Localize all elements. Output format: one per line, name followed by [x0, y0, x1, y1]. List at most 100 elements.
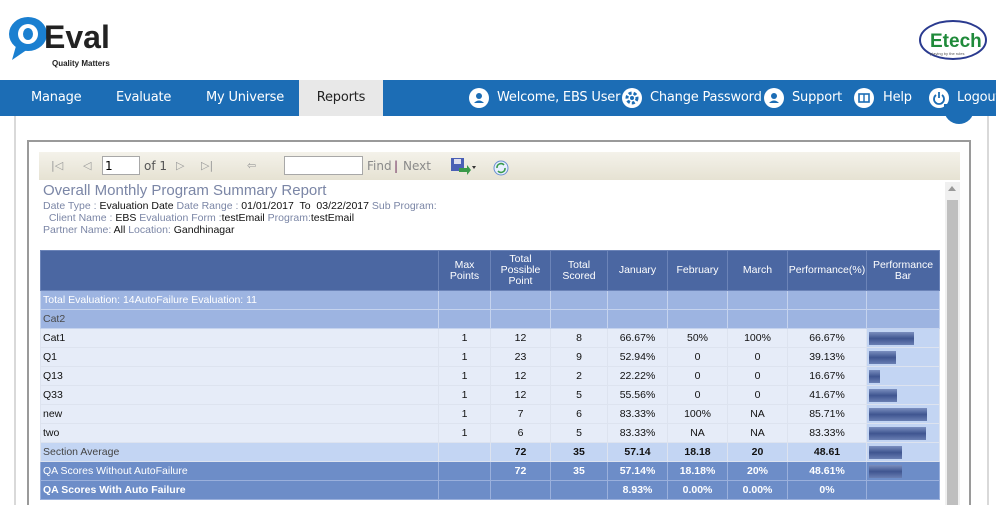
- report-toolbar: |◁ ◁ of 1 ▷ ▷| ⇦ Find | Next: [39, 152, 960, 180]
- table-row: Cat1 1 12 8 66.67% 50% 100% 66.67%: [40, 328, 940, 348]
- find-input[interactable]: [284, 156, 363, 175]
- logo-wordmark: Eval: [44, 19, 110, 55]
- cell-scored: 6: [550, 404, 608, 424]
- prev-page-icon[interactable]: ◁: [83, 152, 91, 180]
- cell-scored: 9: [550, 347, 608, 367]
- cell-feb: 100%: [667, 404, 728, 424]
- cell-possible: 72: [490, 442, 551, 462]
- cell-perf: 83.33%: [787, 423, 867, 443]
- table-row: Q33 1 12 5 55.56% 0 0 41.67%: [40, 385, 940, 405]
- cell-max: 1: [438, 404, 491, 424]
- cell-jan: 52.94%: [607, 347, 668, 367]
- col-header-total-possible: Total Possible Point: [490, 250, 551, 291]
- cell-feb: NA: [667, 423, 728, 443]
- location-value: Gandhinagar: [173, 224, 235, 236]
- etech-logo: Etech playing by the rules: [918, 18, 988, 62]
- scroll-thumb[interactable]: [947, 200, 958, 505]
- export-icon[interactable]: [450, 157, 476, 175]
- change-password-link[interactable]: Change Password: [650, 80, 762, 116]
- cell-performance-bar: [866, 404, 940, 424]
- cell-jan: 66.67%: [607, 328, 668, 348]
- cell-feb: 0.00%: [667, 480, 728, 500]
- scroll-up-arrow[interactable]: [948, 186, 956, 191]
- cell-name: Q1: [40, 347, 439, 367]
- last-page-icon[interactable]: ▷|: [201, 152, 213, 180]
- nav-reports[interactable]: Reports: [299, 80, 383, 116]
- cell-jan: 57.14%: [607, 461, 668, 481]
- app-header: Eval Quality Matters Etech playing by th…: [0, 0, 996, 80]
- cell-jan: 8.93%: [607, 480, 668, 500]
- total-evaluation-text: Total Evaluation: 14AutoFailure Evaluati…: [40, 290, 439, 310]
- page-count: of 1: [144, 159, 168, 173]
- cell-perf: 41.67%: [787, 385, 867, 405]
- cell-performance-bar: [866, 442, 940, 462]
- cell-mar: 0: [727, 347, 788, 367]
- cell-perf: 48.61: [787, 442, 867, 462]
- nav-my-universe[interactable]: My Universe: [206, 80, 284, 116]
- cell-jan: 22.22%: [607, 366, 668, 386]
- logo-tagline: Quality Matters: [52, 59, 110, 68]
- table-row: Q13 1 12 2 22.22% 0 0 16.67%: [40, 366, 940, 386]
- cell-name: new: [40, 404, 439, 424]
- cell-feb: 50%: [667, 328, 728, 348]
- cell-scored: 35: [550, 461, 608, 481]
- cell-performance-bar: [866, 328, 940, 348]
- cell-possible: 23: [490, 347, 551, 367]
- cell-name: Q13: [40, 366, 439, 386]
- col-header-max-points: Max Points: [438, 250, 491, 291]
- table-header-row: Max Points Total Possible Point Total Sc…: [40, 250, 940, 291]
- performance-bar: [869, 407, 927, 421]
- cell-perf: 16.67%: [787, 366, 867, 386]
- cell-max: 1: [438, 366, 491, 386]
- cell-jan: 57.14: [607, 442, 668, 462]
- cell-performance-bar: [866, 423, 940, 443]
- next-link[interactable]: Next: [403, 152, 431, 180]
- partner-value: All: [113, 224, 126, 236]
- performance-bar: [869, 369, 880, 383]
- cell-max: [438, 480, 491, 500]
- cell-name: two: [40, 423, 439, 443]
- table-row: Q1 1 23 9 52.94% 0 0 39.13%: [40, 347, 940, 367]
- welcome-user-link[interactable]: Welcome, EBS User: [497, 80, 620, 116]
- report-scrollbar[interactable]: [945, 182, 960, 505]
- cell-possible: 6: [490, 423, 551, 443]
- cell-name: Section Average: [40, 442, 439, 462]
- cell-possible: 12: [490, 385, 551, 405]
- cell-possible: 12: [490, 328, 551, 348]
- qa-without-autofailure-row: QA Scores Without AutoFailure 72 35 57.14% 1…: [40, 461, 940, 481]
- refresh-icon[interactable]: [493, 158, 509, 176]
- cell-max: 1: [438, 423, 491, 443]
- help-link[interactable]: Help: [883, 80, 912, 116]
- cell-perf: 0%: [787, 480, 867, 500]
- support-link[interactable]: Support: [792, 80, 842, 116]
- performance-bar: [869, 350, 896, 364]
- nav-evaluate[interactable]: Evaluate: [116, 80, 171, 116]
- find-link[interactable]: Find: [367, 152, 392, 180]
- performance-bar: [869, 426, 926, 440]
- cell-performance-bar: [866, 347, 940, 367]
- category-name: Cat2: [40, 309, 439, 329]
- total-evaluation-row: Total Evaluation: 14AutoFailure Evaluati…: [40, 290, 940, 310]
- cell-scored: 8: [550, 328, 608, 348]
- cell-mar: 20%: [727, 461, 788, 481]
- next-page-icon[interactable]: ▷: [176, 152, 184, 180]
- nav-manage[interactable]: Manage: [31, 80, 82, 116]
- cell-scored: 2: [550, 366, 608, 386]
- book-icon: [854, 88, 874, 108]
- first-page-icon[interactable]: |◁: [51, 152, 63, 180]
- page-number-input[interactable]: [102, 156, 140, 175]
- cell-jan: 83.33%: [607, 423, 668, 443]
- cell-performance-bar: [866, 461, 940, 481]
- cell-max: 1: [438, 385, 491, 405]
- cell-performance-bar: [866, 480, 940, 500]
- cell-scored: [550, 480, 608, 500]
- back-icon[interactable]: ⇦: [247, 152, 256, 180]
- col-header-performance: Performance(%): [787, 250, 867, 291]
- cell-name: Cat1: [40, 328, 439, 348]
- client-name-value: EBS: [115, 212, 137, 224]
- cell-mar: 100%: [727, 328, 788, 348]
- qeval-logo[interactable]: Eval Quality Matters: [6, 10, 116, 70]
- summary-table: Max Points Total Possible Point Total Sc…: [40, 250, 940, 500]
- cell-jan: 83.33%: [607, 404, 668, 424]
- cell-scored: 35: [550, 442, 608, 462]
